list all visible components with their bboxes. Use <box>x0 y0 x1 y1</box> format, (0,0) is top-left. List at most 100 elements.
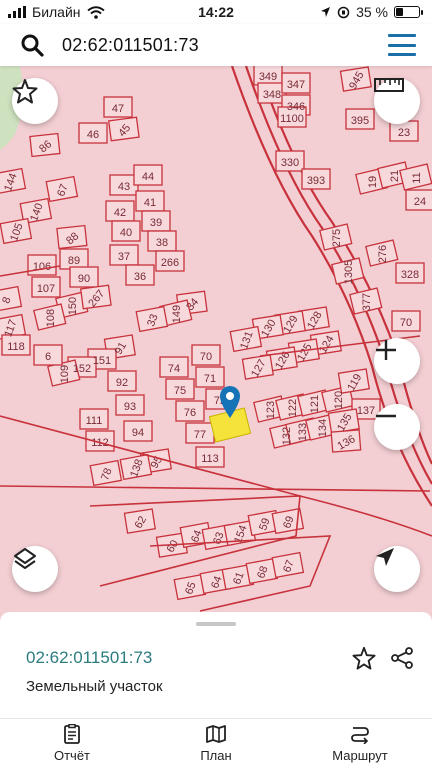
cadastral-map[interactable]: 349 348 347 945 346 1100 395 23 330 393 19 21 11 24 47… <box>0 66 432 616</box>
parcel-number-label: 23 <box>398 127 410 139</box>
status-bar: Билайн 14:22 35 % <box>0 0 432 24</box>
tab-plan[interactable]: План <box>144 719 288 768</box>
parcel-map-layer[interactable]: 349348347 9453461100 39523330393 19 21 112447… <box>0 66 432 616</box>
route-icon <box>351 727 369 744</box>
menu-line <box>388 53 416 56</box>
zoom-in-button[interactable] <box>374 338 420 384</box>
star-outline-icon <box>352 646 376 670</box>
parcel-number-label: 106 <box>33 261 51 273</box>
orientation-lock-icon <box>337 6 350 18</box>
parcel-number-label: 70 <box>400 317 412 329</box>
parcel-number-label: 108 <box>45 309 57 327</box>
parcel-number-label: 6 <box>45 351 51 363</box>
menu-button[interactable] <box>388 34 416 56</box>
search-icon[interactable] <box>20 33 44 57</box>
battery-icon <box>394 6 423 18</box>
ruler-button[interactable] <box>374 78 420 124</box>
parcel-number-label: 74 <box>168 363 180 375</box>
parcel-number-label: 1305 <box>343 260 355 284</box>
plus-icon <box>376 340 396 360</box>
parcel-number-label: 123 <box>265 401 277 419</box>
tab-report[interactable]: Отчёт <box>0 719 144 768</box>
parcel-number-label: 75 <box>174 385 186 397</box>
parcel-number-label: 11 <box>411 172 423 183</box>
parcel-number-label: 122 <box>287 399 299 417</box>
parcel-number-label: 328 <box>401 269 419 281</box>
parcel-number-label: 71 <box>204 373 216 385</box>
map-plan-icon <box>206 725 226 743</box>
minus-icon <box>376 414 396 418</box>
object-info-sheet[interactable]: 02:62:011501:73 Земельный участок <box>0 612 432 718</box>
share-icon <box>391 647 413 669</box>
parcel-outlines <box>0 66 432 601</box>
parcel-number-label: 21 <box>389 170 401 182</box>
sheet-drag-handle[interactable] <box>196 622 236 626</box>
signal-icon <box>8 6 26 18</box>
parcel-number-label: 109 <box>59 365 71 383</box>
navigation-arrow-icon <box>376 548 394 566</box>
parcel-number-label: 150 <box>67 297 79 315</box>
parcel-number-label: 76 <box>184 407 196 419</box>
parcel-number-label: 330 <box>281 157 299 169</box>
my-location-button[interactable] <box>374 546 420 592</box>
parcel-number-label: 346 <box>287 101 305 113</box>
parcel-number-label: 44 <box>142 171 154 183</box>
parcel-number-label: 70 <box>200 351 212 363</box>
tab-route-label: Маршрут <box>332 748 388 763</box>
parcel-number-label: 40 <box>120 227 132 239</box>
wifi-icon <box>86 5 105 19</box>
tab-route[interactable]: Маршрут <box>288 719 432 768</box>
parcel-number-label: 152 <box>73 363 91 375</box>
parcel-number-label: 19 <box>367 176 379 188</box>
parcel-number-label: 151 <box>93 355 111 367</box>
parcel-number-label: 395 <box>351 115 369 127</box>
parcel-number-label: 90 <box>78 273 90 285</box>
parcel-number-label: 37 <box>118 251 130 263</box>
search-bar[interactable]: 02:62:011501:73 <box>0 24 432 66</box>
parcel-number-label: 121 <box>309 395 321 413</box>
report-icon <box>64 724 80 744</box>
parcel-number-label: 41 <box>144 197 156 209</box>
parcel-number-label: 93 <box>124 401 136 413</box>
search-query[interactable]: 02:62:011501:73 <box>62 35 388 56</box>
parcel-number-label: 39 <box>150 217 162 229</box>
carrier-name: Билайн <box>32 4 81 20</box>
parcel-number-label: 134 <box>317 419 329 437</box>
parcel-number-label: 276 <box>377 245 389 263</box>
parcel-number-label: 107 <box>37 283 55 295</box>
star-outline-icon <box>12 79 38 104</box>
parcel-number-label: 266 <box>161 257 179 269</box>
parcel-number-label: 133 <box>297 423 309 441</box>
parcel-number-label: 132 <box>281 427 293 445</box>
parcel-number-label: 120 <box>333 391 345 409</box>
zoom-out-button[interactable] <box>374 404 420 450</box>
parcel-number-label: 42 <box>114 207 126 219</box>
parcel-number-label: 393 <box>307 175 325 187</box>
parcel-number-label: 38 <box>156 237 168 249</box>
parcel-number-label: 348 <box>263 89 281 101</box>
parcel-number-label: 149 <box>171 305 183 323</box>
parcel-number-label: 1100 <box>280 113 304 125</box>
favorite-object-button[interactable] <box>350 644 378 672</box>
menu-line <box>388 34 416 37</box>
parcel-number-label: 77 <box>194 429 206 441</box>
object-type: Земельный участок <box>26 678 163 695</box>
parcel-number-label: 377 <box>361 293 373 311</box>
parcel-number-label: 24 <box>414 196 426 208</box>
parcel-number-label: 36 <box>134 271 146 283</box>
cadastral-number: 02:62:011501:73 <box>26 648 153 667</box>
layers-button[interactable] <box>12 546 58 592</box>
battery-percent: 35 % <box>356 4 388 20</box>
favorite-button[interactable] <box>12 78 58 124</box>
bottom-tab-bar: Отчёт План Маршрут <box>0 718 432 768</box>
share-button[interactable] <box>388 644 416 672</box>
parcel-number-label: 349 <box>259 71 277 83</box>
tab-plan-label: План <box>200 748 232 763</box>
parcel-number-label: 94 <box>132 427 144 439</box>
parcel-number-label: 113 <box>201 453 219 465</box>
parcel-number-label: 92 <box>116 377 128 389</box>
parcel-number-label: 46 <box>87 129 99 141</box>
parcel-number-label: 347 <box>287 79 305 91</box>
tab-report-label: Отчёт <box>53 748 91 763</box>
parcel-number-label: 137 <box>357 405 375 417</box>
